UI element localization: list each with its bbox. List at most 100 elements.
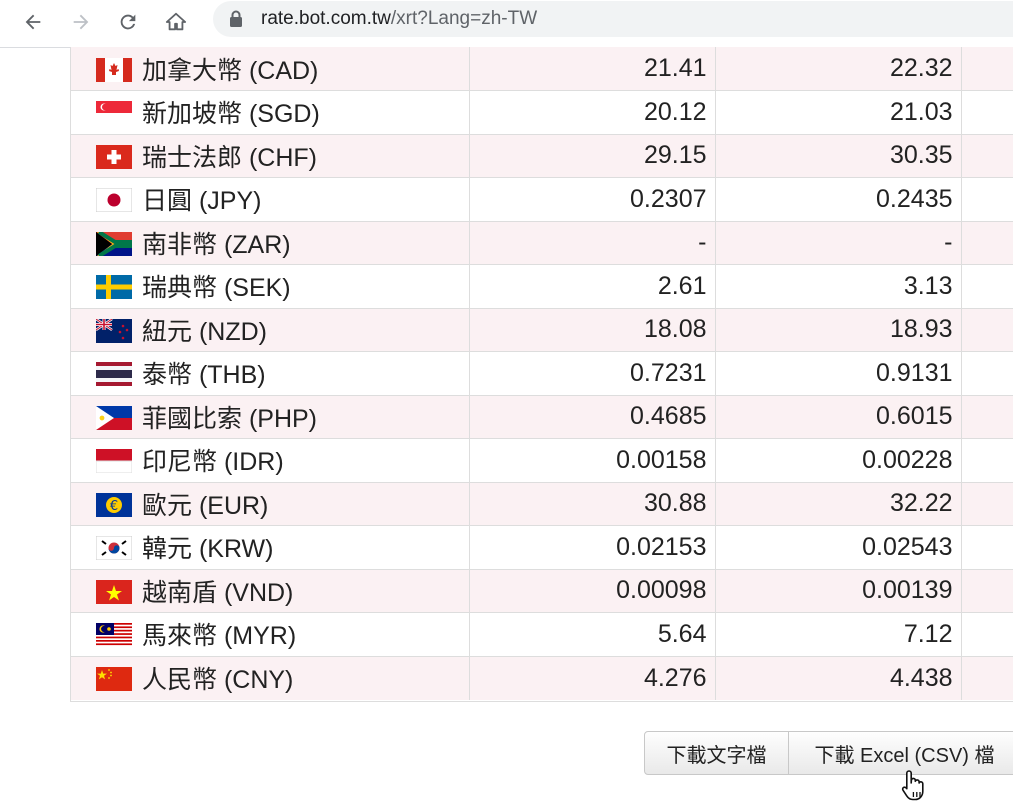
buy-rate-cell: 30.88 (469, 481, 716, 526)
buy-rate-cell: 29.15 (469, 133, 716, 178)
buy-rate-cell: 18.08 (469, 307, 716, 352)
currency-name: 加拿大幣 (CAD) (142, 56, 319, 85)
sell-rate-cell: 0.2435 (715, 177, 962, 221)
currency-name: 日圓 (JPY) (142, 187, 262, 216)
currency-name: 瑞典幣 (SEK) (142, 274, 291, 303)
url-text: rate.bot.com.tw/xrt?Lang=zh-TW (261, 7, 537, 31)
more-cell (961, 177, 1013, 221)
hand-cursor-icon (901, 770, 924, 801)
sell-rate-cell: 30.35 (715, 133, 962, 178)
table-row: 韓元 (KRW) 0.02153 0.02543 (71, 525, 1013, 569)
home-icon[interactable] (160, 6, 192, 38)
table-row: 新加坡幣 (SGD) 20.12 21.03 (71, 90, 1013, 134)
more-cell (961, 133, 1013, 178)
svg-text:€: € (110, 499, 118, 514)
download-button-group: 下載文字檔 下載 Excel (CSV) 檔 (644, 731, 1013, 775)
sell-rate-cell: 3.13 (715, 264, 962, 308)
currency-cell: 南非幣 (ZAR) (71, 220, 470, 265)
more-cell (961, 481, 1013, 526)
more-cell (961, 612, 1013, 656)
more-cell (961, 351, 1013, 395)
philippines-flag-icon (96, 405, 132, 430)
table-row: 南非幣 (ZAR) - - (71, 220, 1013, 265)
currency-name: 泰幣 (THB) (142, 361, 266, 390)
table-row: 泰幣 (THB) 0.7231 0.9131 (71, 351, 1013, 395)
currency-cell: € 歐元 (EUR) (71, 481, 470, 526)
table-row: 加拿大幣 (CAD) 21.41 22.32 (71, 47, 1013, 91)
currency-cell: 印尼幣 (IDR) (71, 438, 470, 482)
currency-name: 印尼幣 (IDR) (142, 448, 284, 477)
currency-name: 馬來幣 (MYR) (142, 622, 297, 651)
sell-rate-cell: 0.02543 (715, 525, 962, 569)
more-cell (961, 307, 1013, 352)
table-row: 瑞士法郎 (CHF) 29.15 30.35 (71, 133, 1013, 178)
buy-rate-cell: 0.00098 (469, 568, 716, 613)
sell-rate-cell: 32.22 (715, 481, 962, 526)
japan-flag-icon (96, 188, 132, 213)
sell-rate-cell: 0.00228 (715, 438, 962, 482)
download-text-button[interactable]: 下載文字檔 (644, 731, 789, 775)
sell-rate-cell: 22.32 (715, 47, 962, 91)
back-arrow-icon[interactable] (17, 6, 49, 38)
buy-rate-cell: 2.61 (469, 264, 716, 308)
more-cell (961, 264, 1013, 308)
reload-icon[interactable] (112, 6, 144, 38)
more-cell (961, 47, 1013, 91)
switzerland-flag-icon (96, 144, 132, 169)
table-row: 菲國比索 (PHP) 0.4685 0.6015 (71, 394, 1013, 439)
browser-toolbar: rate.bot.com.tw/xrt?Lang=zh-TW (0, 0, 1013, 48)
address-bar[interactable]: rate.bot.com.tw/xrt?Lang=zh-TW (213, 1, 1013, 37)
currency-cell: 加拿大幣 (CAD) (71, 47, 470, 91)
buy-rate-cell: 4.276 (469, 655, 716, 700)
korea-flag-icon (96, 536, 132, 561)
buy-rate-cell: 0.02153 (469, 525, 716, 569)
currency-cell: 紐元 (NZD) (71, 307, 470, 352)
buy-rate-cell: 20.12 (469, 90, 716, 134)
currency-cell: 人民幣 (CNY) (71, 655, 470, 700)
malaysia-flag-icon (96, 623, 132, 648)
sell-rate-cell: 7.12 (715, 612, 962, 656)
sell-rate-cell: 4.438 (715, 655, 962, 700)
table-row: 日圓 (JPY) 0.2307 0.2435 (71, 177, 1013, 221)
table-row: 人民幣 (CNY) 4.276 4.438 (71, 655, 1013, 700)
lock-icon (230, 10, 242, 27)
currency-cell: 菲國比索 (PHP) (71, 394, 470, 439)
currency-name: 越南盾 (VND) (142, 578, 294, 607)
currency-cell: 新加坡幣 (SGD) (71, 90, 470, 134)
buy-rate-cell: - (469, 220, 716, 265)
currency-name: 人民幣 (CNY) (142, 666, 294, 694)
currency-name: 韓元 (KRW) (142, 535, 274, 564)
currency-cell: 馬來幣 (MYR) (71, 612, 470, 656)
buy-rate-cell: 0.2307 (469, 177, 716, 221)
currency-name: 新加坡幣 (SGD) (142, 100, 320, 129)
south-africa-flag-icon (96, 231, 132, 256)
singapore-flag-icon (96, 101, 132, 126)
table-row: 瑞典幣 (SEK) 2.61 3.13 (71, 264, 1013, 308)
buy-rate-cell: 0.7231 (469, 351, 716, 395)
indonesia-flag-icon (96, 449, 132, 474)
sell-rate-cell: 0.00139 (715, 568, 962, 613)
buy-rate-cell: 5.64 (469, 612, 716, 656)
more-cell (961, 568, 1013, 613)
more-cell (961, 438, 1013, 482)
sell-rate-cell: 0.6015 (715, 394, 962, 439)
table-row: 越南盾 (VND) 0.00098 0.00139 (71, 568, 1013, 613)
new-zealand-flag-icon (96, 318, 132, 343)
more-cell (961, 394, 1013, 439)
thailand-flag-icon (96, 362, 132, 387)
currency-cell: 韓元 (KRW) (71, 525, 470, 569)
table-row: € 歐元 (EUR) 30.88 32.22 (71, 481, 1013, 526)
table-row: 馬來幣 (MYR) 5.64 7.12 (71, 612, 1013, 656)
sell-rate-cell: - (715, 220, 962, 265)
table-row: 印尼幣 (IDR) 0.00158 0.00228 (71, 438, 1013, 482)
china-flag-icon (96, 667, 132, 691)
buy-rate-cell: 0.00158 (469, 438, 716, 482)
exchange-rate-table: 加拿大幣 (CAD) 21.41 22.32 新加坡幣 (SGD) 20.12 21.03… (70, 47, 1013, 702)
sweden-flag-icon (96, 275, 132, 300)
currency-cell: 日圓 (JPY) (71, 177, 470, 221)
vietnam-flag-icon (96, 579, 132, 604)
currency-cell: 泰幣 (THB) (71, 351, 470, 395)
forward-arrow-icon[interactable] (65, 6, 97, 38)
more-cell (961, 655, 1013, 700)
sell-rate-cell: 18.93 (715, 307, 962, 352)
